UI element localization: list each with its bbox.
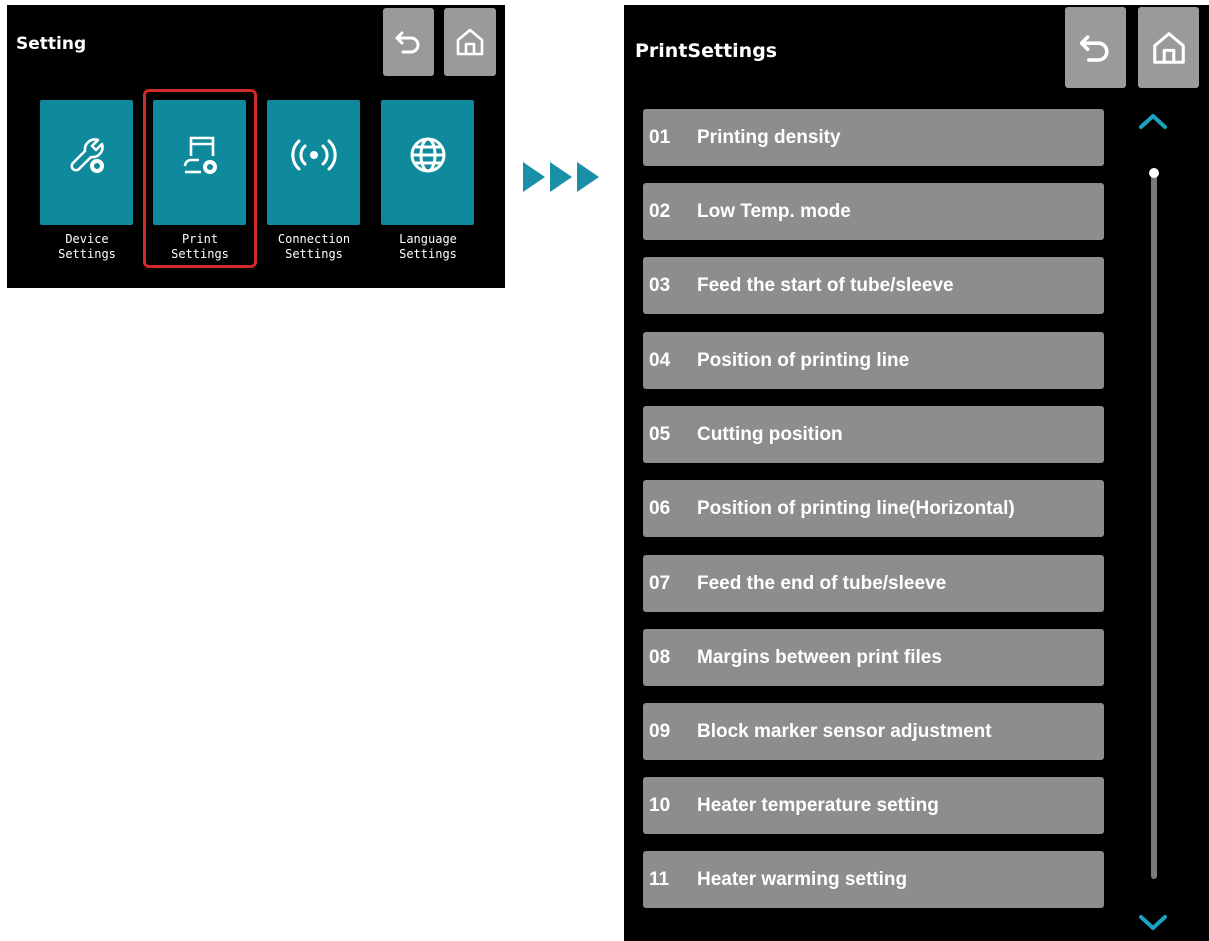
back-icon: [1079, 34, 1109, 62]
item-label: Feed the start of tube/sleeve: [697, 274, 954, 296]
item-label: Feed the end of tube/sleeve: [697, 572, 947, 594]
setting-screen: Setting Device Settings Print Settings C…: [7, 5, 505, 288]
item-number: 02: [649, 200, 671, 222]
home-icon: [456, 28, 484, 56]
back-icon: [395, 31, 419, 54]
item-number: 01: [649, 126, 671, 148]
setting-item-01[interactable]: 01 Printing density: [643, 109, 1104, 166]
back-button[interactable]: [1065, 7, 1126, 88]
scrollbar-thumb[interactable]: [1149, 168, 1159, 178]
item-label: Position of printing line: [697, 349, 910, 371]
setting-item-09[interactable]: 09 Block marker sensor adjustment: [643, 703, 1104, 760]
item-label: Heater warming setting: [697, 868, 908, 890]
print-settings-screen: PrintSettings 01 Printing density 02 Low…: [624, 5, 1209, 941]
home-button[interactable]: [444, 8, 496, 76]
setting-item-08[interactable]: 08 Margins between print files: [643, 629, 1104, 686]
print-settings-highlight: [143, 89, 257, 268]
item-label: Block marker sensor adjustment: [697, 720, 992, 742]
item-label: Margins between print files: [697, 646, 942, 668]
item-number: 06: [649, 497, 671, 519]
print-settings-title: PrintSettings: [635, 40, 778, 62]
item-label: Heater temperature setting: [697, 794, 939, 816]
wireless-signal-icon: [290, 139, 337, 171]
device-settings-label: Device Settings: [58, 232, 116, 261]
item-label: Cutting position: [697, 423, 843, 445]
setting-item-05[interactable]: 05 Cutting position: [643, 406, 1104, 463]
setting-item-07[interactable]: 07 Feed the end of tube/sleeve: [643, 555, 1104, 612]
setting-item-10[interactable]: 10 Heater temperature setting: [643, 777, 1104, 834]
item-number: 03: [649, 274, 671, 296]
item-label: Low Temp. mode: [697, 200, 851, 222]
setting-title: Setting: [16, 34, 87, 54]
language-settings-label: Language Settings: [399, 232, 457, 261]
setting-item-11[interactable]: 11 Heater warming setting: [643, 851, 1104, 908]
next-arrows-icon: [523, 162, 599, 192]
connection-settings-label: Connection Settings: [277, 232, 351, 261]
back-button[interactable]: [383, 8, 434, 76]
home-button[interactable]: [1138, 7, 1199, 88]
setting-item-03[interactable]: 03 Feed the start of tube/sleeve: [643, 257, 1104, 314]
home-icon: [1152, 31, 1185, 64]
item-number: 11: [649, 868, 670, 890]
language-settings-tile[interactable]: [381, 100, 474, 225]
item-number: 09: [649, 720, 671, 742]
wrench-gear-icon: [69, 138, 104, 173]
scroll-down-button[interactable]: [1138, 913, 1168, 933]
scroll-up-button[interactable]: [1138, 111, 1168, 131]
item-number: 04: [649, 349, 671, 371]
connection-settings-tile[interactable]: [267, 100, 360, 225]
item-label: Printing density: [697, 126, 841, 148]
item-number: 10: [649, 794, 671, 816]
setting-item-06[interactable]: 06 Position of printing line(Horizontal): [643, 480, 1104, 537]
setting-item-02[interactable]: 02 Low Temp. mode: [643, 183, 1104, 240]
item-number: 08: [649, 646, 671, 668]
setting-item-04[interactable]: 04 Position of printing line: [643, 332, 1104, 389]
globe-icon: [410, 137, 445, 173]
item-number: 05: [649, 423, 671, 445]
scrollbar-track[interactable]: [1151, 175, 1157, 879]
item-label: Position of printing line(Horizontal): [697, 497, 1015, 519]
item-number: 07: [649, 572, 671, 594]
device-settings-tile[interactable]: [40, 100, 133, 225]
